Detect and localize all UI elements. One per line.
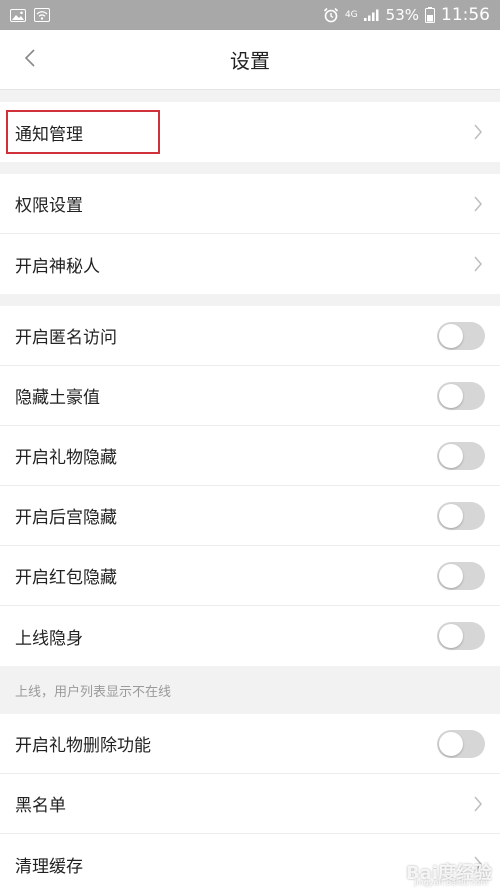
row-gift-delete: 开启礼物删除功能 [0,714,500,774]
chevron-right-icon [471,254,485,274]
toggle-knob [439,383,463,408]
toggle-knob [439,731,463,756]
toggle-knob [439,323,463,348]
signal-icon [363,9,380,21]
settings-section-notifications: 通知管理 [0,102,500,162]
harem-hide-toggle[interactable] [437,501,485,530]
toggle-knob [439,624,463,648]
anonymous-visit-toggle[interactable] [437,321,485,350]
chevron-right-icon [471,122,485,142]
section-gap [0,162,500,174]
gift-hide-toggle[interactable] [437,441,485,470]
row-mystery-person[interactable]: 开启神秘人 [0,234,500,294]
section-gap [0,294,500,306]
back-button[interactable] [10,30,50,90]
network-type-label: 4G [344,9,358,20]
alarm-icon [323,7,339,23]
status-bar: 4G 53% 11:56 [0,0,500,30]
toggle-knob [439,503,463,528]
page-title: 设置 [230,49,270,73]
gift-delete-toggle[interactable] [437,729,485,758]
status-left [10,8,50,22]
row-label: 通知管理 [15,124,83,145]
row-permission-settings[interactable]: 权限设置 [0,174,500,234]
row-label: 开启礼物隐藏 [15,448,117,468]
hide-wealth-value-toggle[interactable] [437,381,485,410]
online-invisible-toggle[interactable] [437,622,485,650]
status-right: 4G 53% 11:56 [323,5,490,25]
row-label: 清理缓存 [15,856,83,877]
battery-icon [425,7,435,23]
online-invisible-hint: 上线，用户列表显示不在线 [0,666,500,714]
chevron-left-icon [24,48,36,72]
red-packet-hide-toggle[interactable] [437,561,485,590]
row-hide-wealth-value: 隐藏土豪值 [0,366,500,426]
settings-section-privacy: 开启匿名访问 隐藏土豪值 开启礼物隐藏 开启后宫隐藏 开启红包隐藏 上线隐身 [0,306,500,666]
toggle-knob [439,563,463,588]
row-label: 开启后宫隐藏 [15,508,117,528]
row-blacklist[interactable]: 黑名单 [0,774,500,834]
row-online-invisible: 上线隐身 [0,606,500,666]
nav-bar: 设置 [0,30,500,90]
row-harem-hide: 开启后宫隐藏 [0,486,500,546]
toggle-knob [439,443,463,468]
battery-percent: 53% [385,6,419,24]
section-gap [0,90,500,102]
settings-section-permissions: 权限设置 开启神秘人 [0,174,500,294]
row-red-packet-hide: 开启红包隐藏 [0,546,500,606]
row-label: 开启礼物删除功能 [15,736,151,756]
row-gift-hide: 开启礼物隐藏 [0,426,500,486]
row-label: 隐藏土豪值 [15,388,100,408]
chevron-right-icon [471,194,485,214]
row-label: 权限设置 [15,196,83,216]
row-anonymous-visit: 开启匿名访问 [0,306,500,366]
row-label: 上线隐身 [15,628,83,649]
row-label: 开启红包隐藏 [15,568,117,588]
row-label: 开启匿名访问 [15,328,117,348]
row-label: 开启神秘人 [15,256,100,277]
wifi-notification-icon [34,8,50,22]
baidu-jingyan-watermark: Bai度经验 jingyan.baidu.com [406,859,492,887]
chevron-right-icon [471,794,485,814]
gallery-notification-icon [10,8,26,22]
row-notification-management[interactable]: 通知管理 [0,102,500,162]
row-label: 黑名单 [15,796,66,816]
watermark-subtext: jingyan.baidu.com [414,878,488,887]
clock-time: 11:56 [441,5,490,25]
